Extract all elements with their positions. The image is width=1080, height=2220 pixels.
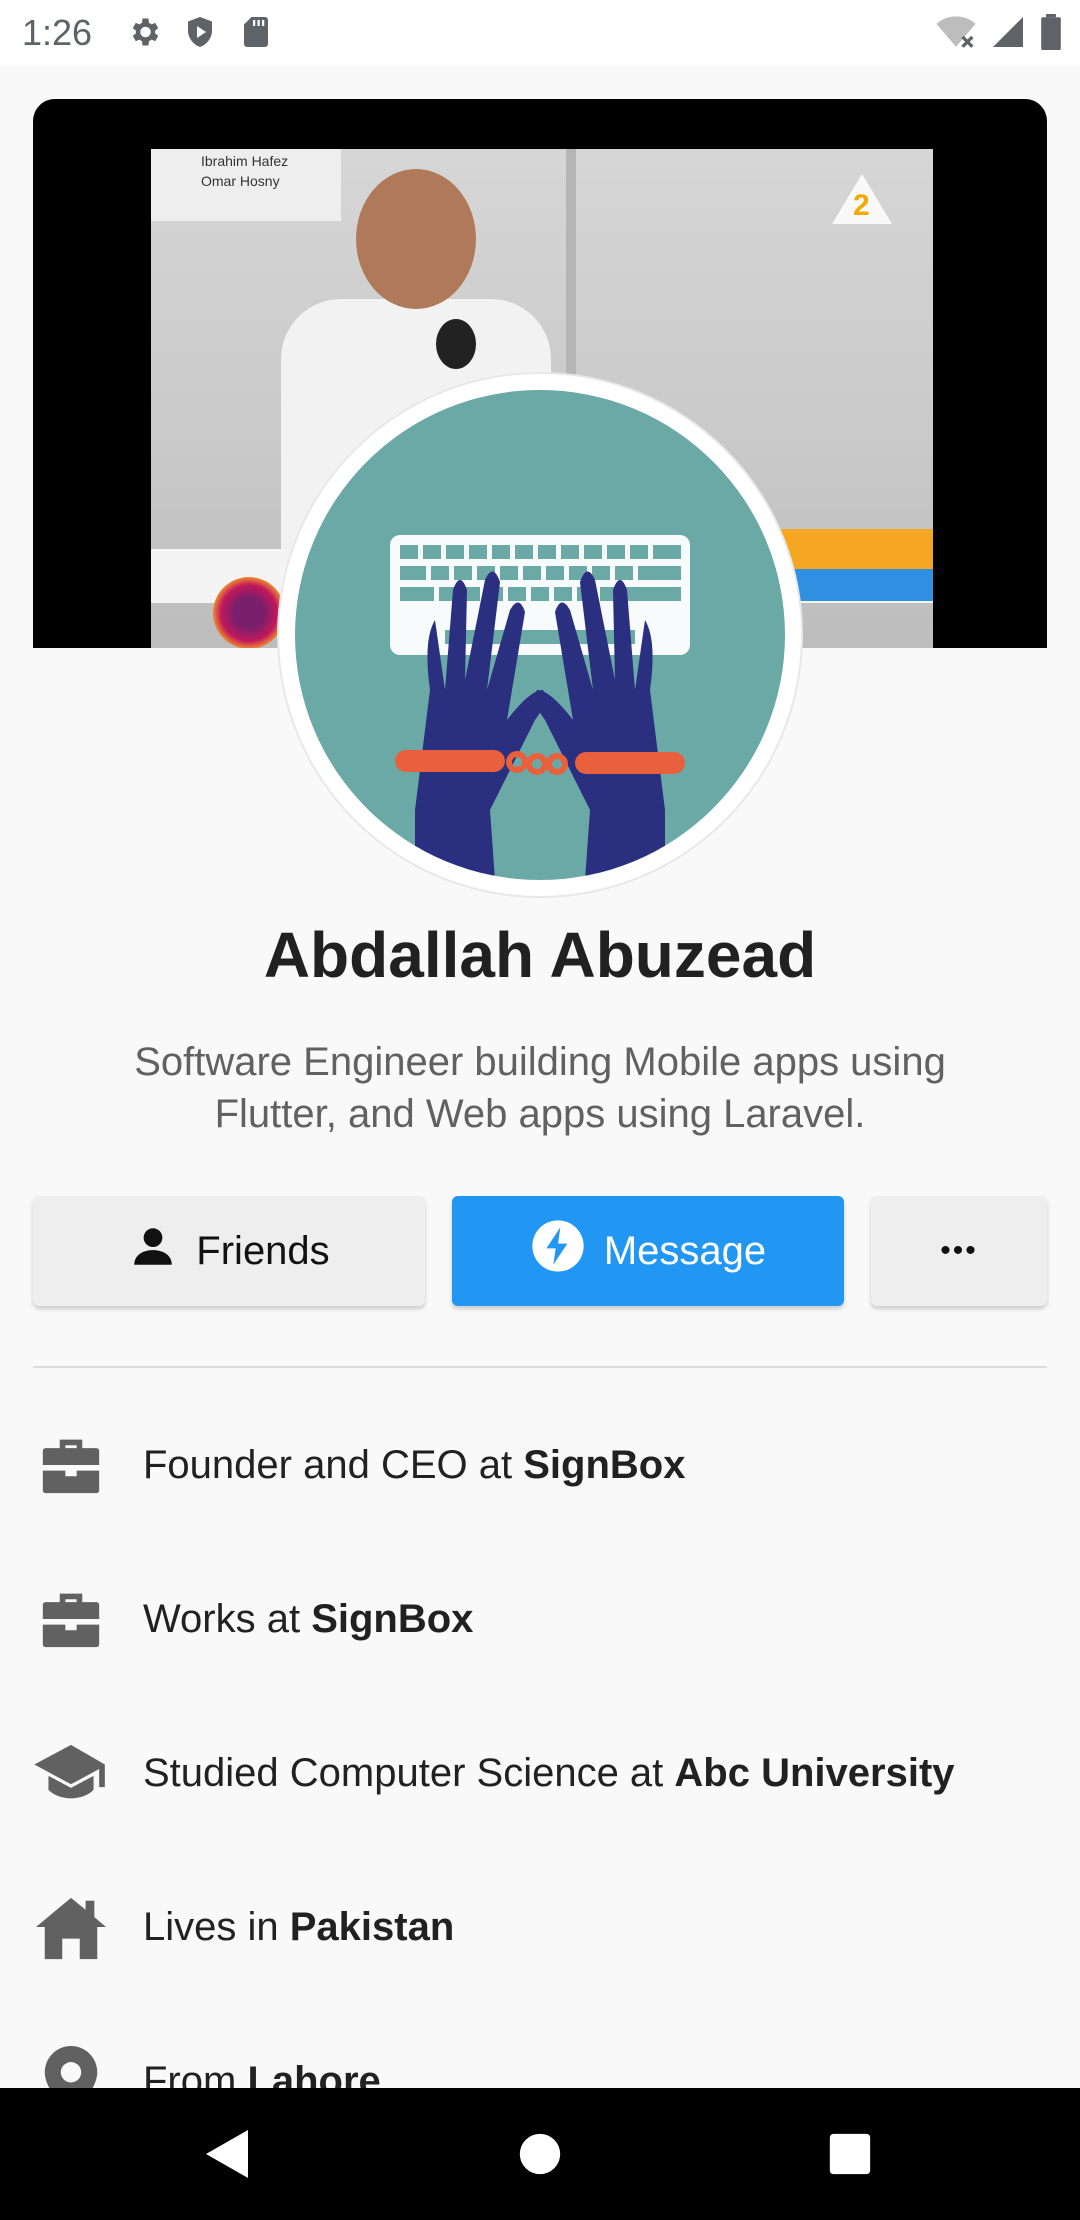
graduation-cap-icon <box>33 1735 109 1811</box>
more-button[interactable]: ••• <box>871 1196 1047 1306</box>
info-prefix: Studied Computer Science at <box>143 1750 675 1795</box>
home-icon <box>33 1889 109 1965</box>
friends-label: Friends <box>196 1228 330 1273</box>
info-prefix: Works at <box>143 1596 312 1641</box>
cover-caption: Omar Hosny <box>201 173 280 189</box>
briefcase-icon <box>33 1581 109 1657</box>
channel-logo <box>213 577 285 648</box>
cover-name-board: Ibrahim Hafez Omar Hosny <box>151 149 341 221</box>
wifi-off-icon <box>936 14 976 55</box>
profile-name: Abdallah Abuzead <box>263 919 817 991</box>
info-value[interactable]: SignBox <box>311 1597 473 1641</box>
divider <box>33 1366 1047 1368</box>
info-value[interactable]: SignBox <box>523 1443 685 1487</box>
info-prefix: Founder and CEO at <box>143 1442 524 1487</box>
signal-icon <box>990 14 1026 55</box>
cover-caption: Ibrahim Hafez <box>201 153 289 169</box>
home-circle-icon[interactable] <box>508 2122 572 2186</box>
info-item-work: Works at SignBox <box>33 1574 1047 1664</box>
profile-bio: Software Engineer building Mobile apps u… <box>134 1040 946 1136</box>
friends-button[interactable]: Friends <box>33 1196 425 1306</box>
more-dots-icon: ••• <box>940 1234 978 1267</box>
keyboard-handcuffs-illustration <box>390 535 690 880</box>
profile-avatar[interactable] <box>279 374 801 896</box>
shield-icon <box>182 14 218 55</box>
info-value[interactable]: Abc University <box>674 1751 954 1795</box>
info-item-education: Studied Computer Science at Abc Universi… <box>33 1728 1047 1818</box>
battery-icon <box>1040 14 1062 55</box>
status-time: 1:26 <box>22 12 93 53</box>
info-prefix: Lives in <box>143 1904 290 1949</box>
info-item-work: Founder and CEO at SignBox <box>33 1420 1047 1510</box>
back-icon[interactable] <box>196 2122 260 2186</box>
message-label: Message <box>603 1228 767 1273</box>
recents-icon[interactable] <box>818 2122 882 2186</box>
svg-text:2: 2 <box>853 189 870 222</box>
info-item-lives: Lives in Pakistan <box>33 1882 1047 1972</box>
navigation-bar <box>0 2088 1080 2220</box>
info-value[interactable]: Pakistan <box>290 1905 455 1949</box>
status-bar: 1:26 <box>0 0 1080 66</box>
avatar <box>295 390 785 880</box>
channel-logo: 2 <box>832 174 892 224</box>
sd-card-icon <box>238 14 274 55</box>
briefcase-icon <box>33 1427 109 1503</box>
person-icon <box>128 1221 178 1281</box>
gear-icon <box>126 14 162 55</box>
messenger-bolt-icon <box>530 1218 586 1284</box>
message-button[interactable]: Message <box>452 1196 844 1306</box>
